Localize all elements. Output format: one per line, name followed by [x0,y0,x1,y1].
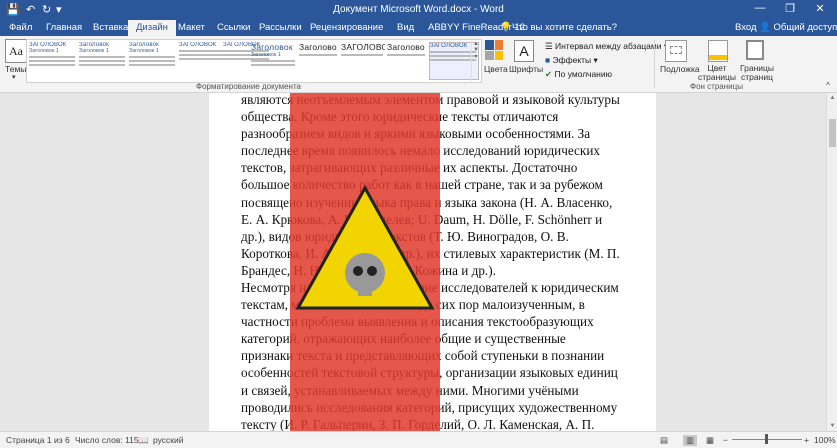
style-set-item[interactable]: ЗАГОЛОВОК Заголовок 1 [29,42,77,78]
zoom-level[interactable]: 100% [814,435,836,445]
set-default-button[interactable]: ✔ По умолчанию [545,69,612,80]
document-area: являются неотъемлемым элементом правовой… [0,93,826,431]
scroll-down-icon[interactable]: ▼ [827,423,837,429]
ribbon-tabs: Файл Главная Вставка Дизайн Макет Ссылки… [0,20,837,36]
fonts-icon[interactable]: A [514,40,534,62]
style-set-item[interactable]: ЗАГОЛОВОК [179,42,227,78]
page-color-icon[interactable] [708,40,728,62]
tab-mailings[interactable]: Рассылки [259,22,302,33]
zoom-out-button[interactable]: − [723,435,728,445]
themes-label: Темы [5,64,27,74]
tab-file[interactable]: Файл [9,22,32,33]
fonts-label: Шрифты [509,64,544,74]
style-set-item[interactable]: Заголовок Заголовок 1 [251,42,297,78]
style-set-item[interactable]: Заголовок Заголовок 1 [129,42,177,78]
minimize-button[interactable]: — [745,2,775,14]
style-set-gallery[interactable]: ЗАГОЛОВОК Заголовок 1 Заголовок Заголово… [26,39,482,83]
paragraph[interactable]: являются неотъемлемым элементом правовой… [241,93,621,279]
close-button[interactable]: ✕ [805,2,835,15]
person-icon: 👤 [759,22,771,33]
chevron-down-icon[interactable]: ▾ [12,73,16,81]
status-bar: Страница 1 из 6 Число слов: 1153 📖 русск… [0,431,837,448]
style-set-item[interactable]: Заголово к [299,42,339,78]
collapse-ribbon-icon[interactable]: ^ [826,81,830,90]
watermark-label[interactable]: Подложка [660,64,700,74]
word-count[interactable]: Число слов: 1153 [75,435,143,445]
effects-button[interactable]: ■ Эффекты ▾ [545,55,598,66]
tab-review[interactable]: Рецензирование [310,22,383,33]
style-set-item[interactable]: Заголовок Заголовок 1 [79,42,127,78]
ribbon-design: Aa Темы ▾ ЗАГОЛОВОК Заголовок 1 Заголово… [0,36,837,93]
web-layout-icon[interactable]: ▦ [706,435,714,446]
page-count[interactable]: Страница 1 из 6 [6,435,70,445]
tab-layout[interactable]: Макет [178,22,205,33]
effects-icon: ■ [545,55,551,65]
share-label: Общий доступ [773,22,837,33]
tab-view[interactable]: Вид [397,22,414,33]
tab-home[interactable]: Главная [46,22,82,33]
vertical-scrollbar[interactable]: ▲ ▼ [826,93,837,431]
style-set-item[interactable]: Заголово к [387,42,427,78]
paragraph-spacing-button[interactable]: ☰ Интервал между абзацами ▾ [545,41,668,52]
watermark-icon[interactable] [665,40,687,62]
lightbulb-icon: 💡 [500,22,512,33]
page-background-caption: Фон страницы [690,82,743,91]
paragraph[interactable]: Несмотря на постоянное внимание исследов… [241,279,621,431]
language-indicator[interactable]: русский [153,435,184,445]
themes-icon[interactable]: Aa [5,39,27,63]
scrollbar-thumb[interactable] [829,119,836,147]
title-bar: 💾 ↶ ↻ ▾ Документ Microsoft Word.docx - W… [0,0,837,20]
group-divider [654,40,655,88]
page-borders-label[interactable]: Границы страниц [737,64,777,82]
scroll-up-icon[interactable]: ▲ [827,95,837,101]
format-group-caption: Форматирование документа [196,82,301,91]
checkmark-icon: ✔ [545,69,553,79]
page-borders-icon[interactable] [746,40,764,60]
restore-button[interactable]: ❐ [775,2,805,15]
window-title: Документ Microsoft Word.docx - Word [333,4,504,15]
style-set-item[interactable]: ЗАГОЛОВО К [341,42,385,78]
proofing-icon[interactable]: 📖 [138,435,149,446]
colors-icon[interactable] [485,40,505,62]
page-color-label[interactable]: Цвет страницы [698,64,736,82]
share-button[interactable]: 👤 Общий доступ [759,22,837,33]
print-layout-icon[interactable]: ▥ [683,435,698,446]
zoom-slider-thumb[interactable] [765,434,768,444]
tab-insert[interactable]: Вставка [93,22,128,33]
paragraph-spacing-icon: ☰ [545,41,553,51]
document-page[interactable]: являются неотъемлемым элементом правовой… [209,93,656,431]
read-mode-icon[interactable]: ▤ [660,435,668,446]
zoom-in-button[interactable]: + [804,435,809,445]
gallery-scroll[interactable]: ▲ ▼ ▾ [471,41,480,81]
signin-link[interactable]: Вход [735,22,757,33]
tell-me-search[interactable]: Что вы хотите сделать? [512,22,617,33]
tab-design[interactable]: Дизайн [128,20,176,36]
colors-label: Цвета [484,64,508,74]
tab-references[interactable]: Ссылки [217,22,250,33]
